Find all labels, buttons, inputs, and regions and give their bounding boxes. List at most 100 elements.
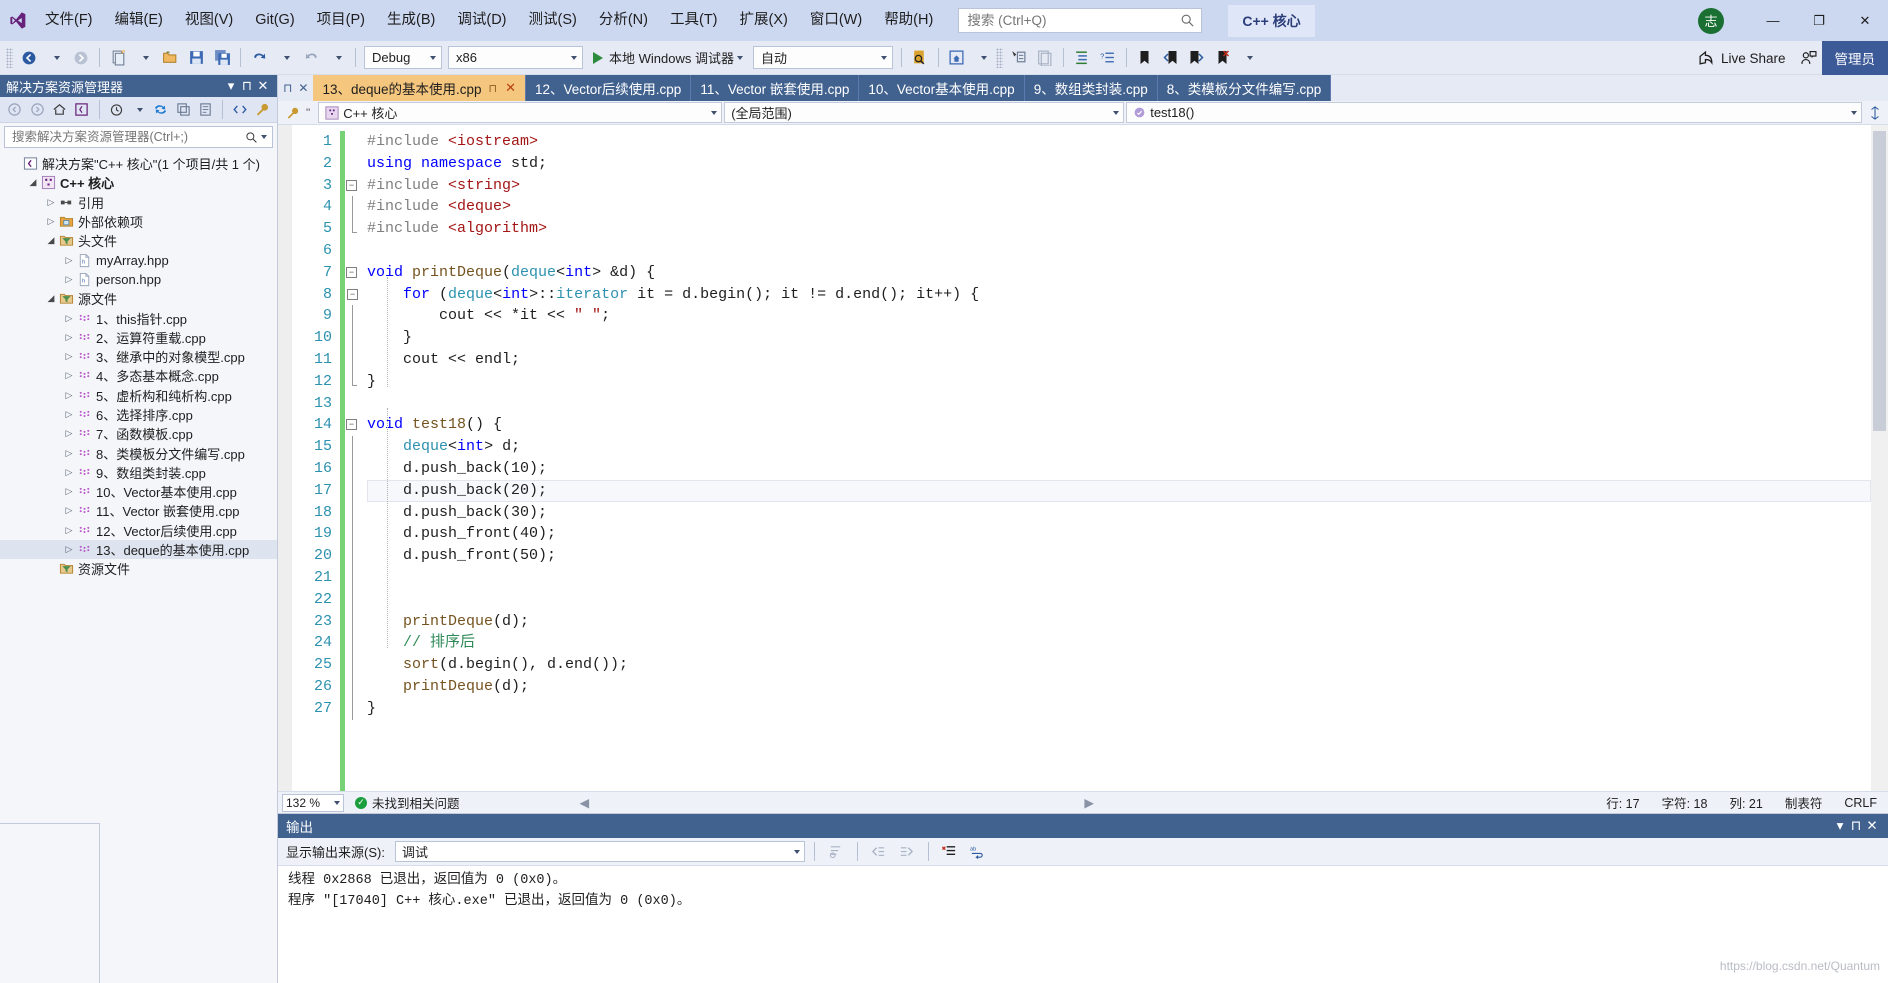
fold-cell[interactable] bbox=[345, 523, 361, 546]
code-view-icon[interactable] bbox=[229, 99, 250, 121]
document-tab[interactable]: 13、deque的基本使用.cpp ⊓ ✕ bbox=[313, 75, 527, 101]
fold-cell[interactable]: − bbox=[345, 284, 361, 306]
tree-item[interactable]: ▷ 13、deque的基本使用.cpp bbox=[0, 539, 277, 560]
close-icon[interactable]: ✕ bbox=[298, 81, 308, 95]
toolbar-overflow-button[interactable] bbox=[1236, 45, 1262, 71]
code-line[interactable]: d.push_back(30); bbox=[367, 502, 1871, 524]
code-line[interactable] bbox=[367, 567, 1871, 589]
code-line[interactable]: printDeque(d); bbox=[367, 676, 1871, 698]
tree-expander-icon[interactable]: ▷ bbox=[62, 448, 76, 459]
chevron-down-icon[interactable] bbox=[261, 135, 267, 139]
properties-icon[interactable] bbox=[195, 99, 216, 121]
pin-icon[interactable]: ⊓ bbox=[1848, 817, 1864, 835]
fold-cell[interactable] bbox=[345, 501, 361, 524]
tree-expander-icon[interactable]: ▷ bbox=[62, 505, 76, 516]
tree-expander-icon[interactable]: ▷ bbox=[62, 274, 76, 285]
wrench-icon[interactable] bbox=[252, 99, 273, 121]
fold-cell[interactable] bbox=[345, 545, 361, 567]
pin-icon[interactable]: ⊓ bbox=[239, 77, 255, 95]
fold-cell[interactable] bbox=[345, 305, 361, 328]
navigate-backward-dropdown[interactable] bbox=[42, 45, 68, 71]
horizontal-scroll-right-arrow[interactable]: ▶ bbox=[1084, 795, 1094, 810]
fold-cell[interactable]: − bbox=[345, 414, 361, 436]
find-in-files-button[interactable] bbox=[907, 45, 933, 71]
go-to-next-message-icon[interactable] bbox=[895, 841, 919, 863]
code-line[interactable]: deque<int> d; bbox=[367, 436, 1871, 458]
chevron-down-icon[interactable]: ▾ bbox=[1832, 817, 1848, 835]
tree-item[interactable]: ▷ 4、多态基本概念.cpp bbox=[0, 366, 277, 385]
code-scroll-area[interactable]: 1 2 3 4 5 6 7 8 9 10 11 12 13 14 15 16 17 18 19 20 21 22 23 24 2… bbox=[278, 125, 1871, 791]
fold-cell[interactable] bbox=[345, 348, 361, 371]
collapse-icon[interactable]: − bbox=[346, 179, 357, 191]
tree-expander-icon[interactable]: ▷ bbox=[62, 332, 76, 343]
collapse-icon[interactable]: − bbox=[346, 419, 357, 431]
code-line[interactable]: printDeque(d); bbox=[367, 611, 1871, 633]
document-tab[interactable]: 10、Vector基本使用.cpp bbox=[859, 75, 1025, 101]
split-view-icon[interactable] bbox=[1864, 102, 1886, 124]
tree-expander-icon[interactable]: ▷ bbox=[62, 525, 76, 536]
debug-target-combo[interactable]: 自动 bbox=[752, 46, 893, 69]
code-line[interactable]: void test18() { bbox=[367, 414, 1871, 436]
solution-home-dropdown[interactable] bbox=[970, 45, 996, 71]
undo-button[interactable] bbox=[246, 45, 272, 71]
tree-item[interactable]: ◢ 头文件 bbox=[0, 231, 277, 250]
feedback-button[interactable] bbox=[1796, 45, 1822, 71]
fold-cell[interactable] bbox=[345, 196, 361, 219]
toolbar-grip[interactable] bbox=[995, 47, 1003, 68]
code-line[interactable]: using namespace std; bbox=[367, 153, 1871, 175]
fold-cell[interactable] bbox=[345, 218, 361, 240]
tree-expander-icon[interactable]: ▷ bbox=[62, 390, 76, 401]
tree-expander-icon[interactable]: ◢ bbox=[26, 177, 40, 188]
output-text-area[interactable]: 线程 0x2868 已退出，返回值为 0 (0x0)。 程序 "[17040] C… bbox=[278, 866, 1888, 983]
solution-view-icon[interactable] bbox=[71, 99, 92, 121]
close-icon[interactable]: ✕ bbox=[505, 80, 516, 96]
menu-item-file[interactable]: 文件(F) bbox=[34, 0, 104, 41]
member-scope-combo[interactable]: test18() bbox=[1126, 102, 1862, 123]
menu-item-edit[interactable]: 编辑(E) bbox=[104, 0, 174, 41]
close-icon[interactable]: ✕ bbox=[1864, 817, 1880, 835]
document-tab[interactable]: 12、Vector后续使用.cpp bbox=[526, 75, 692, 101]
scrollbar-thumb[interactable] bbox=[1873, 131, 1886, 431]
properties-window-button[interactable] bbox=[1006, 45, 1032, 71]
menu-item-build[interactable]: 生成(B) bbox=[376, 0, 446, 41]
properties-page-button[interactable]: ? bbox=[1095, 45, 1121, 71]
maximize-button[interactable]: ❐ bbox=[1796, 0, 1842, 41]
redo-button[interactable] bbox=[298, 45, 324, 71]
menu-item-tools[interactable]: 工具(T) bbox=[659, 0, 729, 41]
redo-dropdown[interactable] bbox=[324, 45, 350, 71]
live-share-button[interactable]: Live Share bbox=[1688, 50, 1796, 67]
tree-item[interactable]: ▷ 7、函数模板.cpp bbox=[0, 424, 277, 443]
minimize-button[interactable]: — bbox=[1750, 0, 1796, 41]
show-all-files-button[interactable] bbox=[1069, 45, 1095, 71]
code-line[interactable]: #include <iostream> bbox=[367, 131, 1871, 153]
fold-cell[interactable] bbox=[345, 610, 361, 633]
menu-item-view[interactable]: 视图(V) bbox=[174, 0, 244, 41]
document-tab[interactable]: 8、类模板分文件编写.cpp bbox=[1157, 75, 1332, 101]
tree-item[interactable]: ▷ 1、this指针.cpp bbox=[0, 308, 277, 327]
forward-icon[interactable] bbox=[26, 99, 47, 121]
fold-cell[interactable] bbox=[345, 457, 361, 480]
tree-expander-icon[interactable]: ▷ bbox=[44, 197, 58, 208]
tree-expander-icon[interactable]: ▷ bbox=[62, 313, 76, 324]
undo-dropdown[interactable] bbox=[272, 45, 298, 71]
fold-cell[interactable]: − bbox=[345, 262, 361, 284]
tree-expander-icon[interactable]: ▷ bbox=[44, 216, 58, 227]
pending-changes-icon[interactable] bbox=[105, 99, 126, 121]
code-line[interactable]: } bbox=[367, 327, 1871, 349]
solution-configuration-combo[interactable]: Debug bbox=[364, 46, 442, 69]
tree-item[interactable]: ▷ 3、继承中的对象模型.cpp bbox=[0, 347, 277, 366]
toggle-word-wrap-icon[interactable]: ab bbox=[966, 841, 990, 863]
home-icon[interactable] bbox=[49, 99, 70, 121]
code-line[interactable]: #include <string> bbox=[367, 175, 1871, 197]
tree-expander-icon[interactable]: ▷ bbox=[62, 409, 76, 420]
fold-cell[interactable] bbox=[345, 588, 361, 611]
fold-cell[interactable] bbox=[345, 566, 361, 589]
tree-expander-icon[interactable]: ▷ bbox=[62, 428, 76, 439]
navigate-forward-button[interactable] bbox=[68, 45, 94, 71]
clear-all-icon[interactable] bbox=[938, 841, 962, 863]
fold-cell[interactable] bbox=[345, 479, 361, 502]
tree-item[interactable]: ▷ 10、Vector基本使用.cpp bbox=[0, 482, 277, 501]
solution-platform-combo[interactable]: x86 bbox=[448, 46, 583, 69]
toolbox-button[interactable] bbox=[1032, 45, 1058, 71]
code-folding-margin[interactable]: − − − − bbox=[345, 125, 361, 791]
